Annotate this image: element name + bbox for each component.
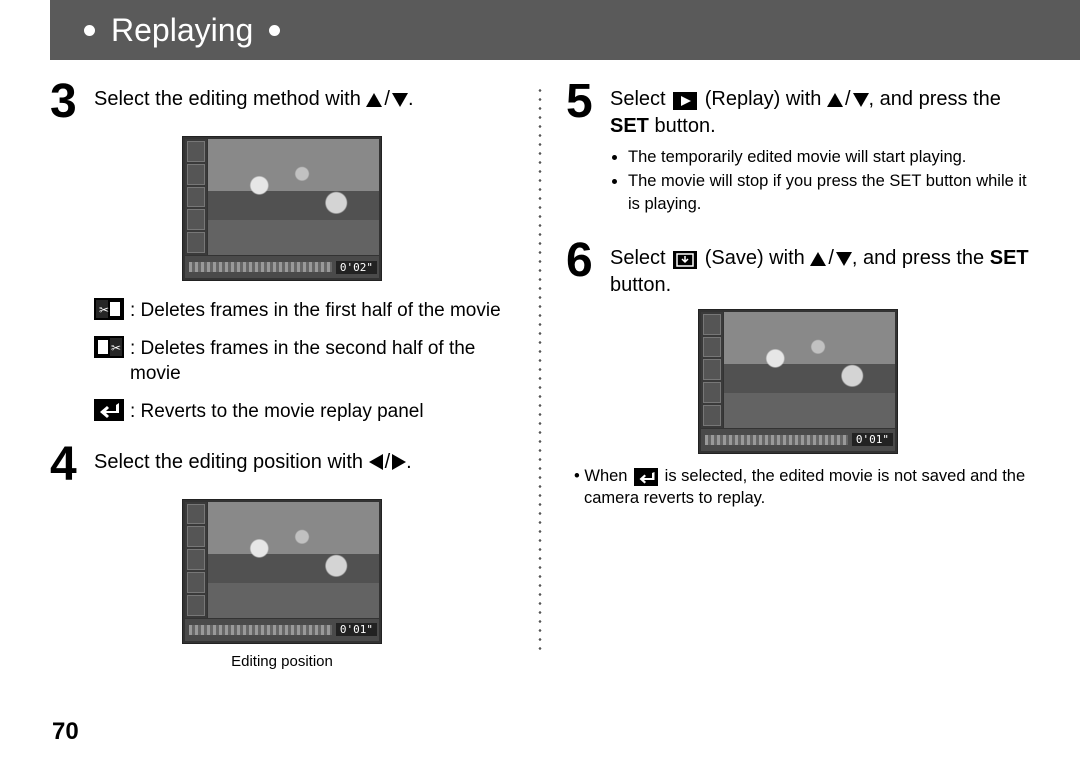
bullet-item: The movie will stop if you press the SET… bbox=[628, 170, 1030, 215]
step-6: 6 Select (Save) with /, and press the SE… bbox=[566, 237, 1030, 299]
timecode: 0'01" bbox=[336, 623, 377, 636]
right-column: 5 Select (Replay) with /, and press the … bbox=[542, 78, 1030, 676]
note: When is selected, the edited movie is no… bbox=[566, 465, 1030, 510]
cut-second-icon: ✂ bbox=[94, 336, 124, 358]
down-arrow-icon bbox=[853, 93, 869, 107]
return-icon bbox=[634, 468, 658, 486]
step-number: 6 bbox=[566, 237, 600, 285]
step-number: 5 bbox=[566, 78, 600, 126]
save-icon bbox=[673, 251, 697, 269]
timecode: 0'01" bbox=[852, 433, 893, 446]
legend-cut-first: ✂ : Deletes frames in the first half of … bbox=[94, 298, 514, 324]
step-text: button. bbox=[649, 115, 716, 137]
step-text: Select bbox=[610, 247, 671, 269]
step-text-bold: SET bbox=[610, 115, 649, 137]
step-text: Select the editing position with bbox=[94, 451, 369, 473]
legend-text: : Reverts to the movie replay panel bbox=[130, 399, 514, 425]
step-text: , and press the bbox=[852, 247, 990, 269]
step-number: 4 bbox=[50, 441, 84, 489]
down-arrow-icon bbox=[836, 252, 852, 266]
left-arrow-icon bbox=[369, 454, 383, 470]
step-text: Select the editing method with bbox=[94, 88, 366, 110]
page-number: 70 bbox=[52, 718, 79, 746]
note-text: When bbox=[584, 467, 632, 485]
step-text-bold: SET bbox=[990, 247, 1029, 269]
right-arrow-icon bbox=[392, 454, 406, 470]
up-arrow-icon bbox=[827, 93, 843, 107]
legend-cut-second: ✂ : Deletes frames in the second half of… bbox=[94, 336, 514, 387]
bullet-icon bbox=[84, 25, 95, 36]
screenshot-caption: Editing position bbox=[50, 653, 514, 670]
legend-text: : Deletes frames in the second half of t… bbox=[130, 336, 514, 387]
step-text: Select bbox=[610, 88, 671, 110]
play-icon bbox=[673, 92, 697, 110]
step-4: 4 Select the editing position with /. bbox=[50, 441, 514, 489]
step-text: , and press the bbox=[869, 88, 1001, 110]
camera-screenshot: 0'01" bbox=[566, 309, 1030, 459]
down-arrow-icon bbox=[392, 93, 408, 107]
up-arrow-icon bbox=[366, 93, 382, 107]
up-arrow-icon bbox=[810, 252, 826, 266]
page-title: Replaying bbox=[111, 12, 253, 49]
step-number: 3 bbox=[50, 78, 84, 126]
cut-first-icon: ✂ bbox=[94, 298, 124, 320]
camera-screenshot: 0'02" bbox=[50, 136, 514, 286]
return-icon bbox=[94, 399, 124, 421]
step-3: 3 Select the editing method with /. bbox=[50, 78, 514, 126]
svg-text:✂: ✂ bbox=[99, 303, 109, 317]
legend-text: : Deletes frames in the first half of th… bbox=[130, 298, 514, 324]
step-5: 5 Select (Replay) with /, and press the … bbox=[566, 78, 1030, 229]
legend-revert: : Reverts to the movie replay panel bbox=[94, 399, 514, 425]
step-text: button. bbox=[610, 274, 671, 296]
bullet-item: The temporarily edited movie will start … bbox=[628, 146, 1030, 168]
step-text: (Save) with bbox=[705, 247, 811, 269]
camera-screenshot: 0'01" Editing position bbox=[50, 499, 514, 670]
page-header: Replaying bbox=[50, 0, 1080, 60]
left-column: 3 Select the editing method with /. 0'02… bbox=[50, 78, 538, 676]
timecode: 0'02" bbox=[336, 261, 377, 274]
step-text: (Replay) with bbox=[705, 88, 827, 110]
bullet-icon bbox=[269, 25, 280, 36]
svg-text:✂: ✂ bbox=[111, 341, 121, 355]
